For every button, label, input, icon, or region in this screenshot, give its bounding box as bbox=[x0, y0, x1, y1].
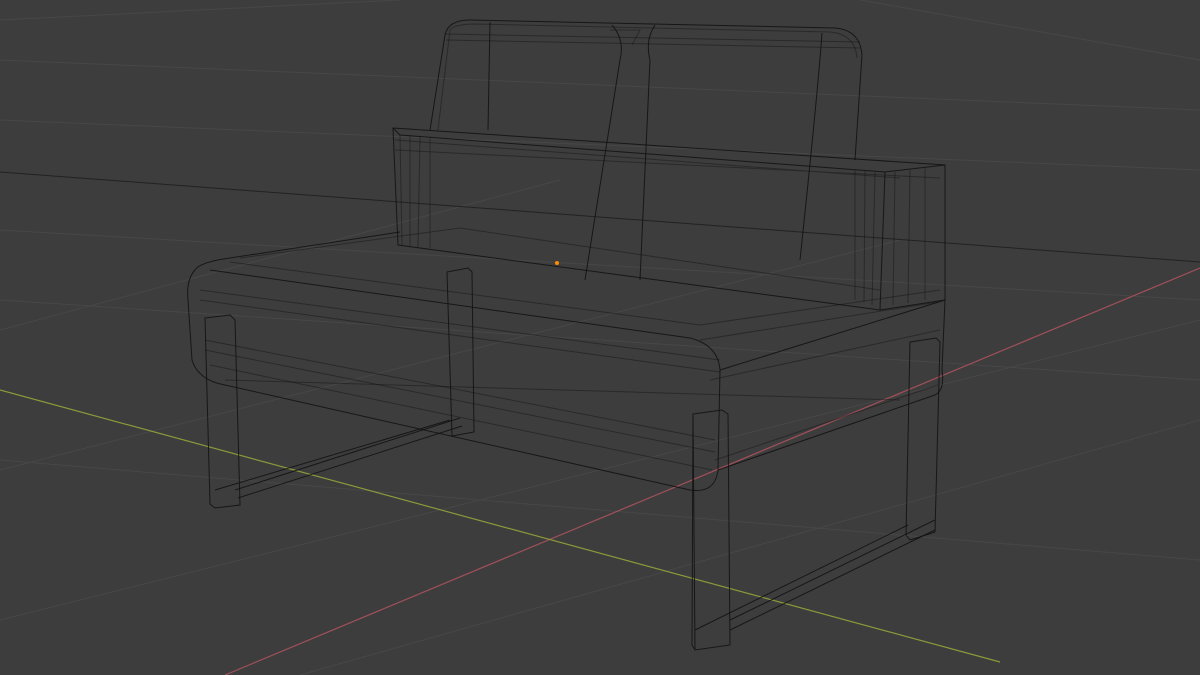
back-cushion-wireframe bbox=[392, 127, 946, 311]
backrest-wireframe bbox=[429, 19, 863, 281]
y-axis-line bbox=[0, 389, 1001, 663]
3d-viewport[interactable] bbox=[0, 0, 1200, 675]
scene-canvas[interactable] bbox=[0, 0, 1200, 675]
x-axis-line bbox=[224, 267, 1200, 675]
floor-grid bbox=[0, 0, 1200, 675]
object-origin[interactable] bbox=[555, 261, 559, 265]
legs-wireframe bbox=[204, 267, 941, 651]
